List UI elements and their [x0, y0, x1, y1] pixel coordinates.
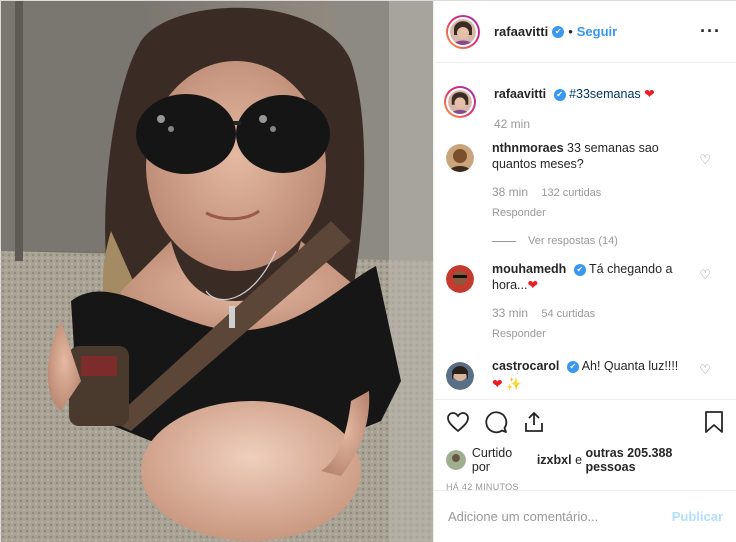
heart-sparkle-emoji: ❤ ✨: [492, 377, 522, 391]
heart-emoji: ❤: [527, 278, 538, 292]
verified-badge-icon: ✔: [553, 89, 566, 101]
like-heart-icon[interactable]: [446, 410, 470, 434]
avatar[interactable]: [446, 450, 466, 470]
liked-by-user[interactable]: izxbxl: [537, 453, 572, 467]
comment-username[interactable]: mouhamedh: [492, 262, 566, 276]
comment-time[interactable]: 33 min: [492, 306, 528, 320]
comment: nthnmoraes 33 semanas sao quantos meses?…: [446, 132, 725, 221]
comment-likes[interactable]: 132 curtidas: [541, 187, 601, 199]
instagram-post: rafaavitti ✔ • Seguir ··· rafaavitti ✔ #…: [0, 0, 736, 542]
liked-by-middle: e: [575, 453, 583, 467]
separator-dot: •: [568, 24, 573, 39]
like-comment-heart-icon[interactable]: ♡: [699, 362, 711, 378]
liked-by-line: Curtido por izxbxl e outras 205.388 pess…: [446, 446, 725, 474]
comment-time[interactable]: 38 min: [492, 185, 528, 199]
comment-input[interactable]: [448, 509, 672, 524]
comment-likes[interactable]: 54 curtidas: [541, 308, 595, 320]
publish-button[interactable]: Publicar: [672, 509, 723, 524]
comment: castrocarol ✔ Ah! Quanta luz!!!! ❤ ✨ ♡: [446, 342, 725, 392]
caption-hashtag[interactable]: #33semanas: [569, 87, 641, 101]
verified-badge-icon: ✔: [552, 25, 565, 38]
ellipsis-icon[interactable]: ···: [700, 21, 721, 42]
verified-badge-icon: ✔: [566, 361, 579, 373]
replies-line: [492, 240, 516, 242]
caption-username[interactable]: rafaavitti: [494, 87, 546, 101]
add-comment-bar: Publicar: [434, 490, 736, 542]
post-actions: Curtido por izxbxl e outras 205.388 pess…: [434, 399, 736, 500]
reply-button[interactable]: Responder: [492, 205, 699, 221]
comment-text: Ah! Quanta luz!!!!: [581, 359, 679, 373]
avatar: [448, 90, 472, 114]
comments-list[interactable]: rafaavitti ✔ #33semanas ❤ 42 min nthnmor…: [434, 64, 736, 399]
caption-time[interactable]: 42 min: [494, 117, 530, 131]
comment: mouhamedh ✔ Tá chegando a hora...❤ 33 mi…: [446, 247, 725, 342]
view-replies-label: Ver respostas (14): [528, 235, 618, 247]
comment-bubble-icon[interactable]: [484, 410, 508, 434]
story-ring[interactable]: [446, 14, 480, 49]
comment-username[interactable]: nthnmoraes: [492, 141, 564, 155]
avatar[interactable]: [446, 144, 474, 172]
post-side-panel: rafaavitti ✔ • Seguir ··· rafaavitti ✔ #…: [433, 1, 736, 542]
avatar[interactable]: [446, 362, 474, 390]
post-header: rafaavitti ✔ • Seguir ···: [434, 1, 736, 63]
view-replies-button[interactable]: Ver respostas (14): [492, 235, 725, 247]
liked-by-prefix: Curtido por: [471, 446, 513, 474]
heart-emoji: ❤: [644, 87, 655, 101]
caption: rafaavitti ✔ #33semanas ❤ 42 min: [444, 64, 725, 132]
post-photo[interactable]: [1, 1, 433, 542]
like-comment-heart-icon[interactable]: ♡: [699, 152, 711, 168]
avatar[interactable]: [446, 265, 474, 293]
follow-button[interactable]: Seguir: [577, 24, 617, 39]
header-username[interactable]: rafaavitti: [494, 24, 548, 39]
woman-sunglasses-photo: [1, 1, 433, 542]
bookmark-save-icon[interactable]: [703, 410, 725, 434]
avatar: [450, 18, 476, 45]
share-upload-icon[interactable]: [522, 410, 546, 434]
reply-button[interactable]: Responder: [492, 326, 699, 342]
verified-badge-icon: ✔: [573, 264, 586, 276]
caption-avatar-ring[interactable]: [444, 86, 476, 118]
liked-by-others[interactable]: outras 205.388 pessoas: [586, 446, 726, 474]
comment-username[interactable]: castrocarol: [492, 359, 559, 373]
like-comment-heart-icon[interactable]: ♡: [699, 267, 711, 283]
